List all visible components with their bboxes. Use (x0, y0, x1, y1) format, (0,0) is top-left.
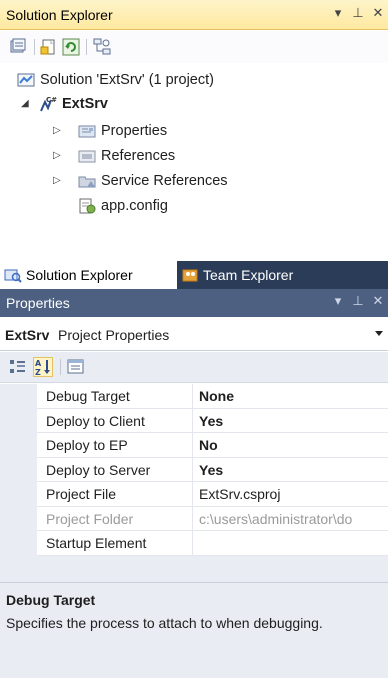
config-file-icon (79, 198, 96, 214)
pin-icon[interactable]: ⊥ (352, 293, 364, 309)
tree-item-service-references[interactable]: Service References (78, 169, 228, 193)
team-explorer-icon (182, 269, 198, 282)
object-selector[interactable]: ExtSrv Project Properties (0, 318, 388, 351)
close-icon[interactable]: ✕ (372, 5, 384, 21)
project-label: ExtSrv (62, 96, 108, 112)
references-icon (78, 150, 96, 163)
property-value[interactable]: Yes (193, 457, 388, 482)
sort-alphabetical-icon: A Z (35, 359, 50, 377)
expand-arrow-icon[interactable]: ▷ (53, 150, 63, 162)
property-value[interactable] (193, 531, 388, 556)
properties-title-bar: Properties ▾ ⊥ ✕ (0, 289, 388, 317)
solution-label: Solution 'ExtSrv' (1 project) (40, 72, 214, 88)
solution-icon (17, 73, 35, 87)
property-name: Startup Element (37, 531, 193, 556)
object-type: Project Properties (58, 327, 170, 343)
property-name: Deploy to EP (37, 433, 193, 458)
property-row[interactable]: Debug Target None (0, 384, 388, 409)
expand-arrow-icon[interactable]: ▷ (53, 125, 63, 137)
property-value: c:\users\administrator\do (193, 506, 388, 531)
property-row[interactable]: Deploy to Server Yes (0, 457, 388, 482)
description-pane: Debug Target Specifies the process to at… (0, 582, 388, 678)
close-icon[interactable]: ✕ (372, 293, 384, 309)
property-row[interactable]: Startup Element (0, 531, 388, 556)
tree-item-references[interactable]: References (78, 144, 175, 168)
toolbar-separator (60, 359, 61, 375)
collapse-arrow-icon[interactable]: ◢ (21, 98, 31, 110)
solution-explorer-tabs: Solution Explorer Team Explorer (0, 261, 388, 289)
properties-page-icon[interactable] (40, 38, 58, 56)
property-name: Debug Target (37, 384, 193, 409)
svg-text:C#: C# (46, 96, 57, 104)
collapse-all-icon[interactable] (9, 38, 27, 56)
tree-item-solution[interactable]: Solution 'ExtSrv' (1 project) (17, 68, 214, 92)
alphabetical-sort-button[interactable]: A Z (33, 357, 53, 377)
csharp-project-icon: C# (40, 96, 57, 112)
tab-solution-explorer-label: Solution Explorer (26, 267, 133, 283)
property-pages-icon[interactable] (66, 357, 86, 377)
tab-team-explorer[interactable]: Team Explorer (177, 261, 388, 289)
description-title: Debug Target (6, 592, 96, 608)
view-class-diagram-icon[interactable] (93, 38, 111, 56)
property-grid: Debug Target None Deploy to Client Yes D… (0, 384, 388, 582)
references-label: References (101, 148, 176, 164)
toolbar-separator (86, 39, 87, 55)
tree-item-properties[interactable]: Properties (78, 119, 167, 143)
properties-toolbar: A Z (0, 352, 388, 383)
toolbar-separator (34, 39, 35, 55)
solution-explorer-title-bar: Solution Explorer ▾ ⊥ ✕ (0, 0, 388, 30)
tab-team-explorer-label: Team Explorer (203, 267, 294, 283)
pane-dropdown-icon[interactable]: ▾ (332, 5, 344, 21)
solution-explorer-icon (4, 269, 22, 283)
property-name: Project File (37, 482, 193, 507)
tab-solution-explorer[interactable]: Solution Explorer (0, 261, 177, 289)
tree-item-project[interactable]: C# ExtSrv (39, 92, 108, 116)
svg-text:A: A (35, 359, 42, 368)
refresh-icon[interactable] (62, 38, 80, 56)
object-name: ExtSrv (5, 327, 50, 343)
property-name: Deploy to Client (37, 408, 193, 433)
property-value[interactable]: None (193, 384, 388, 409)
properties-folder-icon (78, 125, 96, 138)
property-row[interactable]: Deploy to EP No (0, 433, 388, 458)
app-config-label: app.config (101, 198, 168, 214)
description-text: Specifies the process to attach to when … (6, 615, 323, 631)
expand-arrow-icon[interactable]: ▷ (53, 175, 63, 187)
solution-explorer-toolbar (0, 31, 388, 63)
pane-dropdown-icon[interactable]: ▾ (332, 293, 344, 309)
service-references-icon (78, 176, 96, 188)
property-row[interactable]: Project Folder c:\users\administrator\do (0, 506, 388, 531)
solution-explorer-window-controls: ▾ ⊥ ✕ (332, 5, 384, 21)
property-name: Project Folder (37, 506, 193, 531)
svg-text:Z: Z (35, 368, 41, 376)
property-name: Deploy to Server (37, 457, 193, 482)
property-row[interactable]: Project File ExtSrv.csproj (0, 482, 388, 507)
properties-title: Properties (6, 295, 70, 311)
chevron-down-icon[interactable] (375, 331, 383, 336)
solution-explorer-title: Solution Explorer (6, 7, 113, 23)
pin-icon[interactable]: ⊥ (352, 5, 364, 21)
solution-tree: Solution 'ExtSrv' (1 project) ◢ C# ExtSr… (0, 64, 388, 264)
property-value[interactable]: ExtSrv.csproj (193, 482, 388, 507)
property-value[interactable]: No (193, 433, 388, 458)
property-row[interactable]: Deploy to Client Yes (0, 408, 388, 433)
properties-window-controls: ▾ ⊥ ✕ (332, 293, 384, 309)
categorized-icon[interactable] (8, 357, 28, 377)
tree-item-app-config[interactable]: app.config (78, 194, 168, 218)
property-value[interactable]: Yes (193, 408, 388, 433)
service-references-label: Service References (101, 173, 228, 189)
properties-label: Properties (101, 123, 168, 139)
